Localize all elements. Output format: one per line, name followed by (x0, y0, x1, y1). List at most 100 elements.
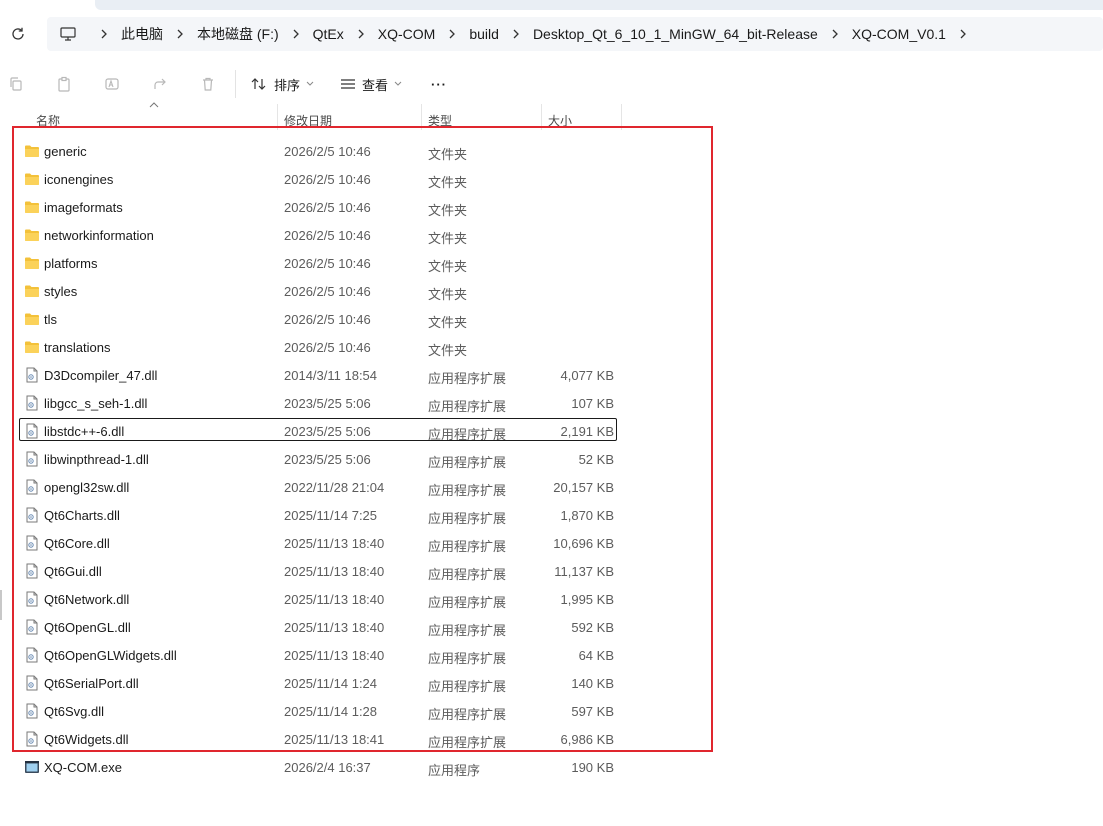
delete-icon[interactable] (198, 74, 218, 94)
file-date: 2025/11/13 18:41 (284, 732, 385, 747)
file-row[interactable]: Qt6Network.dll 2025/11/13 18:40 应用程序扩展 1,99… (0, 585, 720, 613)
file-name: Qt6OpenGLWidgets.dll (44, 648, 177, 663)
file-name: tls (44, 312, 57, 327)
file-date: 2026/2/5 10:46 (284, 312, 371, 327)
file-row[interactable]: XQ-COM.exe 2026/2/4 16:37 应用程序 190 KB (0, 753, 720, 781)
file-row[interactable]: Qt6Svg.dll 2025/11/14 1:28 应用程序扩展 597 KB (0, 697, 720, 725)
column-divider[interactable] (541, 104, 542, 130)
file-row[interactable]: Qt6Core.dll 2025/11/13 18:40 应用程序扩展 10,696 … (0, 529, 720, 557)
folder-icon (24, 227, 40, 243)
folder-row[interactable]: generic 2026/2/5 10:46 文件夹 (0, 137, 720, 165)
column-divider[interactable] (277, 104, 278, 130)
breadcrumb-item[interactable]: Desktop_Qt_6_10_1_MinGW_64_bit-Release (533, 26, 818, 42)
breadcrumb-item[interactable]: XQ-COM (378, 26, 436, 42)
folder-row[interactable]: imageformats 2026/2/5 10:46 文件夹 (0, 193, 720, 221)
file-type: 文件夹 (428, 203, 468, 218)
share-icon[interactable] (150, 74, 170, 94)
folder-row[interactable]: platforms 2026/2/5 10:46 文件夹 (0, 249, 720, 277)
view-button[interactable]: 查看 (340, 72, 402, 96)
column-size[interactable]: 大小 (548, 112, 572, 129)
file-row[interactable]: Qt6Gui.dll 2025/11/13 18:40 应用程序扩展 11,137 K… (0, 557, 720, 585)
rename-icon[interactable] (102, 74, 122, 94)
file-name: libwinpthread-1.dll (44, 452, 149, 467)
file-name: Qt6OpenGL.dll (44, 620, 131, 635)
folder-row[interactable]: tls 2026/2/5 10:46 文件夹 (0, 305, 720, 333)
breadcrumb-item[interactable]: XQ-COM_V0.1 (852, 26, 946, 42)
file-row[interactable]: Qt6SerialPort.dll 2025/11/14 1:24 应用程序扩展 14… (0, 669, 720, 697)
file-date: 2025/11/13 18:40 (284, 564, 385, 579)
column-date[interactable]: 修改日期 (284, 112, 332, 129)
file-date: 2025/11/13 18:40 (284, 536, 385, 551)
file-type: 应用程序扩展 (428, 679, 507, 694)
copy-icon[interactable] (6, 74, 26, 94)
file-size: 52 KB (578, 452, 614, 467)
file-date: 2025/11/13 18:40 (284, 592, 385, 607)
file-name: Qt6Core.dll (44, 536, 110, 551)
chevron-right-icon[interactable] (353, 26, 369, 42)
file-name: Qt6Widgets.dll (44, 732, 129, 747)
dll-file-icon (24, 647, 40, 663)
address-bar[interactable]: 此电脑 本地磁盘 (F:) QtEx XQ-COM build Desktop_Qt_6_… (47, 17, 1103, 51)
file-name: Qt6Svg.dll (44, 704, 104, 719)
column-type[interactable]: 类型 (428, 112, 452, 129)
dll-file-icon (24, 367, 40, 383)
view-label: 查看 (362, 77, 389, 93)
more-options-button[interactable]: ··· (431, 72, 447, 96)
file-date: 2025/11/14 1:24 (284, 676, 378, 691)
file-list: generic 2026/2/5 10:46 文件夹 iconengines 2026/… (0, 137, 720, 781)
breadcrumb-item[interactable]: QtEx (313, 26, 344, 42)
file-row[interactable]: Qt6OpenGLWidgets.dll 2025/11/13 18:40 应用程序… (0, 641, 720, 669)
column-name[interactable]: 名称 (36, 112, 60, 129)
file-row[interactable]: Qt6Widgets.dll 2025/11/13 18:41 应用程序扩展 6,98… (0, 725, 720, 753)
file-row[interactable]: Qt6Charts.dll 2025/11/14 7:25 应用程序扩展 1,870 … (0, 501, 720, 529)
file-date: 2025/11/14 7:25 (284, 508, 378, 523)
file-row[interactable]: libwinpthread-1.dll 2023/5/25 5:06 应用程序扩展 5… (0, 445, 720, 473)
chevron-right-icon[interactable] (955, 26, 971, 42)
folder-row[interactable]: networkinformation 2026/2/5 10:46 文件夹 (0, 221, 720, 249)
file-name: Qt6SerialPort.dll (44, 676, 139, 691)
column-header: 名称 修改日期 类型 大小 (0, 104, 720, 132)
file-date: 2026/2/5 10:46 (284, 200, 371, 215)
title-strip (0, 0, 1103, 10)
file-row[interactable]: opengl32sw.dll 2022/11/28 21:04 应用程序扩展 20,1… (0, 473, 720, 501)
command-bar: 排序 查看 ··· (0, 64, 1103, 104)
this-pc-icon[interactable] (59, 25, 77, 43)
chevron-right-icon[interactable] (508, 26, 524, 42)
dll-file-icon (24, 675, 40, 691)
toolbar-divider (235, 70, 236, 98)
chevron-right-icon[interactable] (444, 26, 460, 42)
chevron-right-icon[interactable] (172, 26, 188, 42)
folder-row[interactable]: iconengines 2026/2/5 10:46 文件夹 (0, 165, 720, 193)
folder-row[interactable]: styles 2026/2/5 10:46 文件夹 (0, 277, 720, 305)
sort-button[interactable]: 排序 (250, 72, 314, 96)
paste-icon[interactable] (54, 74, 74, 94)
file-row[interactable]: Qt6OpenGL.dll 2025/11/13 18:40 应用程序扩展 592 K… (0, 613, 720, 641)
chevron-right-icon[interactable] (288, 26, 304, 42)
file-row[interactable]: libstdc++-6.dll 2023/5/25 5:06 应用程序扩展 2,191… (0, 417, 720, 445)
dll-file-icon (24, 731, 40, 747)
breadcrumb-item[interactable]: 本地磁盘 (F:) (197, 24, 279, 44)
column-divider[interactable] (421, 104, 422, 130)
file-size: 20,157 KB (553, 480, 614, 495)
file-date: 2026/2/5 10:46 (284, 340, 371, 355)
refresh-icon[interactable] (8, 24, 28, 44)
chevron-right-icon[interactable] (96, 26, 112, 42)
file-row[interactable]: libgcc_s_seh-1.dll 2023/5/25 5:06 应用程序扩展 10… (0, 389, 720, 417)
folder-icon (24, 143, 40, 159)
folder-row[interactable]: translations 2026/2/5 10:46 文件夹 (0, 333, 720, 361)
breadcrumb-item[interactable]: 此电脑 (121, 24, 163, 44)
scrollbar-hint[interactable] (0, 590, 2, 620)
file-name: networkinformation (44, 228, 154, 243)
folder-icon (24, 199, 40, 215)
tab-strip (95, 0, 1103, 10)
breadcrumb-item[interactable]: build (469, 26, 499, 42)
folder-icon (24, 283, 40, 299)
chevron-right-icon[interactable] (827, 26, 843, 42)
file-type: 应用程序扩展 (428, 483, 507, 498)
dll-file-icon (24, 423, 40, 439)
file-row[interactable]: D3Dcompiler_47.dll 2014/3/11 18:54 应用程序扩展 4… (0, 361, 720, 389)
dll-file-icon (24, 451, 40, 467)
column-divider[interactable] (621, 104, 622, 130)
file-size: 597 KB (571, 704, 614, 719)
dll-file-icon (24, 619, 40, 635)
